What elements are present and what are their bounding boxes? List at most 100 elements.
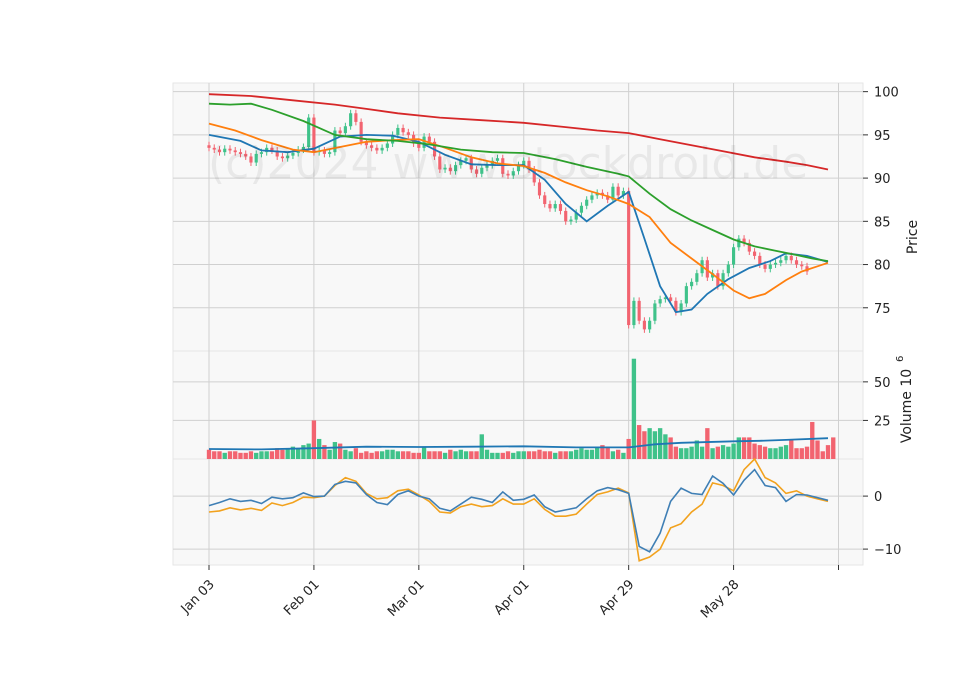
volume-bar: [537, 449, 542, 459]
volume-bar: [831, 437, 836, 459]
volume-bar: [710, 448, 715, 459]
volume-bar: [306, 443, 311, 459]
volume-bar: [820, 451, 825, 459]
candle-body: [653, 303, 657, 321]
volume-bar: [327, 449, 332, 459]
volume-bar: [715, 446, 721, 459]
candle-body: [343, 126, 347, 134]
candle-body: [590, 195, 594, 200]
volume-bar: [369, 452, 374, 459]
volume-panel-background: [172, 350, 864, 460]
volume-bar: [500, 452, 505, 459]
volume-axis-exponent: 6: [895, 356, 906, 362]
price-y-tick-label: 85: [874, 215, 891, 230]
volume-bar: [227, 451, 233, 459]
candle-body: [406, 132, 410, 135]
watermark-text: (c)2024 www.stockdroid.de: [208, 138, 808, 189]
volume-bar: [778, 446, 783, 459]
volume-bar: [705, 428, 710, 459]
candle-body: [642, 320, 646, 330]
volume-bar: [574, 449, 579, 459]
volume-bar: [379, 451, 385, 459]
volume-bar: [301, 445, 306, 459]
volume-bar: [390, 449, 395, 459]
volume-bar: [542, 451, 547, 459]
candle-body: [543, 195, 547, 205]
volume-bar: [673, 446, 679, 459]
volume-bar: [406, 451, 411, 459]
volume-bar: [448, 449, 453, 459]
candle-body: [784, 255, 788, 261]
volume-bar: [558, 451, 563, 459]
volume-bar: [337, 443, 343, 459]
candle-body: [627, 191, 631, 326]
volume-bar: [773, 448, 778, 459]
volume-bar: [233, 451, 238, 459]
volume-bar: [495, 452, 500, 459]
candle-body: [800, 264, 804, 267]
volume-bar: [248, 451, 254, 459]
volume-bar: [400, 451, 406, 459]
volume-bar: [825, 445, 831, 459]
volume-bar: [296, 448, 301, 459]
volume-bar: [626, 438, 631, 459]
candle-body: [732, 247, 736, 265]
volume-bar: [385, 449, 390, 459]
volume-bar: [458, 449, 463, 459]
candle-body: [564, 210, 568, 222]
volume-bar: [762, 446, 768, 459]
price-y-tick-label: 90: [874, 172, 891, 187]
volume-bar: [595, 446, 600, 459]
volume-bar: [678, 448, 684, 459]
volume-bar: [411, 452, 416, 459]
candle-body: [768, 264, 772, 269]
volume-bar: [547, 451, 553, 459]
volume-bar: [589, 449, 595, 459]
candle-body: [789, 255, 793, 261]
volume-bar: [217, 451, 222, 459]
chart-canvas: (c)2024 www.stockdroid.de Jan 03 Feb 01 Ma…: [172, 82, 921, 621]
candle-body: [658, 299, 662, 304]
volume-bar: [810, 421, 815, 459]
volume-bar: [631, 358, 637, 459]
price-y-tick-label: 100: [874, 86, 899, 101]
volume-bar: [332, 442, 338, 459]
candle-body: [773, 262, 778, 265]
volume-bar: [269, 451, 275, 459]
volume-bar: [453, 451, 458, 459]
volume-bar: [432, 451, 437, 459]
volume-bar: [364, 451, 369, 459]
volume-bar: [280, 449, 285, 459]
candle-body: [396, 127, 400, 135]
volume-bar: [757, 445, 762, 459]
volume-bar: [568, 451, 574, 459]
macd-y-tick-label: −10: [874, 543, 901, 558]
volume-bar: [815, 440, 820, 459]
volume-bar: [222, 452, 227, 459]
volume-bar: [663, 434, 668, 459]
candle-body: [569, 219, 573, 222]
volume-bar: [647, 428, 652, 459]
candle-body: [726, 264, 730, 274]
candle-body: [794, 260, 799, 265]
volume-bar: [768, 448, 773, 459]
volume-bar: [348, 451, 353, 459]
volume-bar: [437, 451, 442, 459]
volume-bar: [699, 446, 705, 459]
macd-y-tick-label: 0: [874, 490, 882, 505]
price-y-tick-label: 80: [874, 259, 891, 274]
volume-bar: [474, 451, 479, 459]
candle-body: [632, 300, 636, 326]
volume-bar: [395, 451, 401, 459]
volume-bar: [374, 451, 380, 459]
volume-bar: [526, 451, 532, 459]
candle-body: [548, 204, 552, 209]
candle-body: [354, 113, 358, 122]
volume-y-tick-label: 50: [874, 376, 891, 391]
candle-body: [648, 320, 652, 330]
volume-bar: [752, 443, 757, 459]
volume-bar: [490, 452, 495, 459]
volume-axis-title: Volume 10: [899, 369, 915, 443]
candle-body: [695, 273, 699, 282]
candle-body: [637, 300, 641, 321]
